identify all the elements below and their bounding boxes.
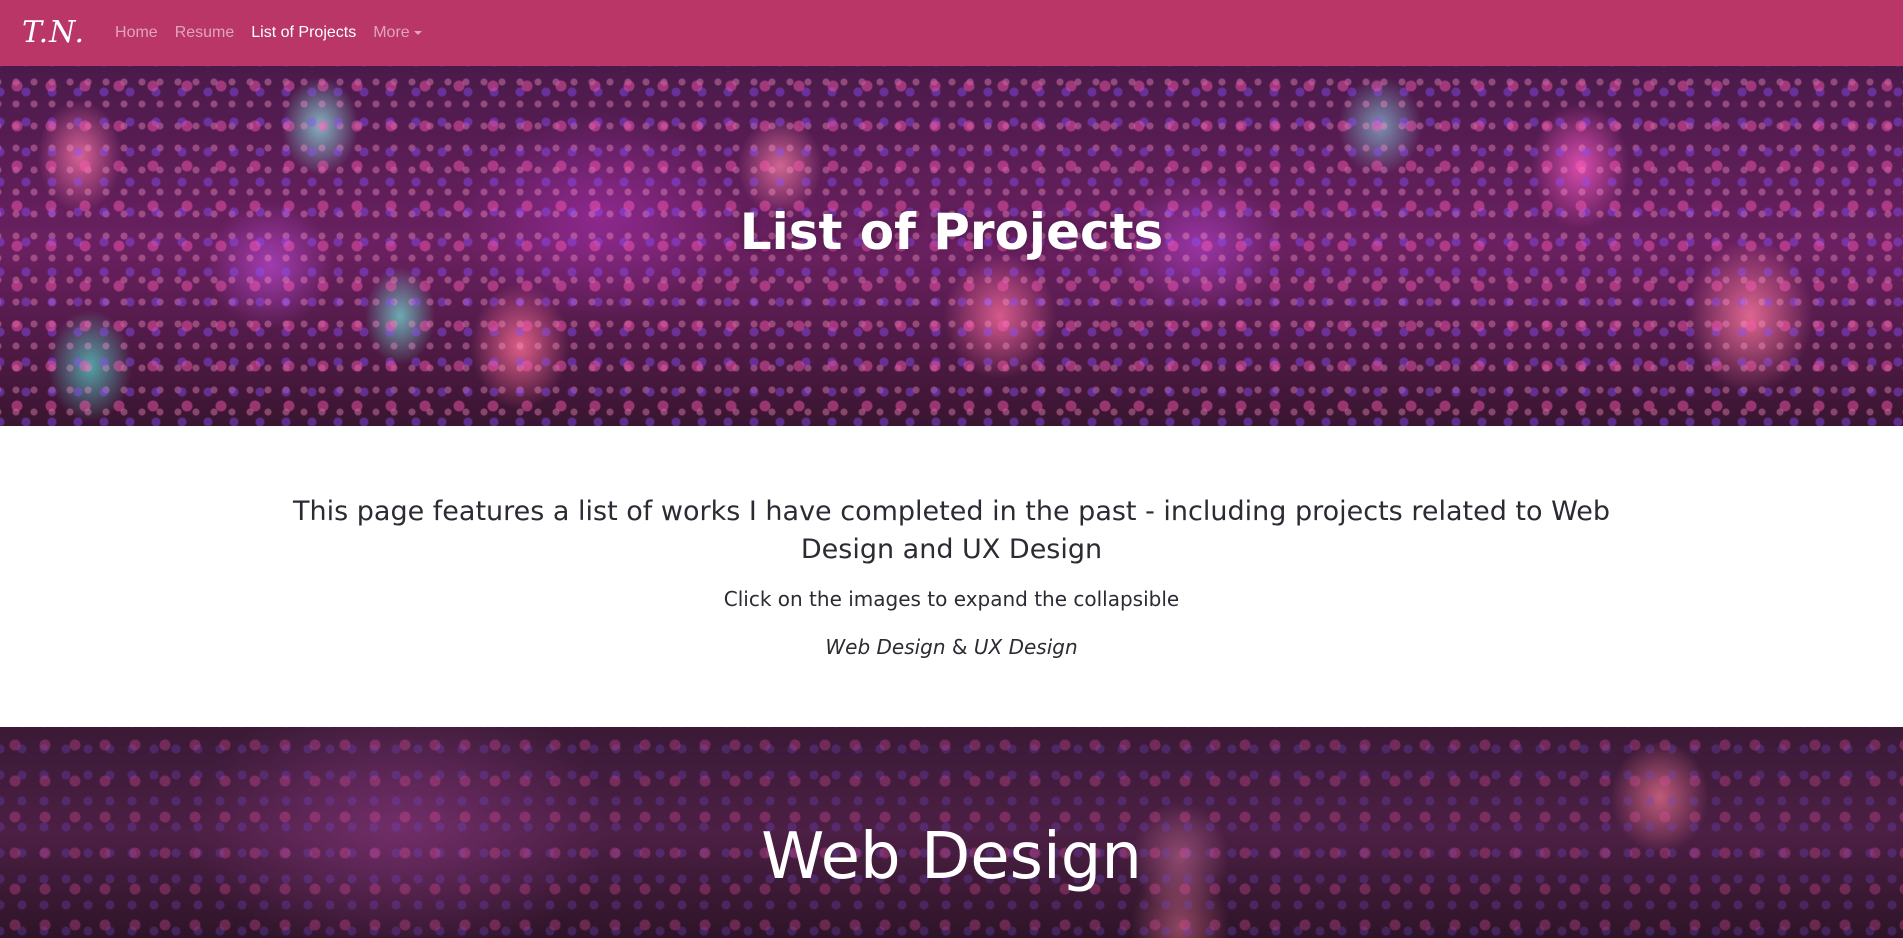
link-ux-design[interactable]: UX Design bbox=[974, 635, 1078, 659]
link-web-design[interactable]: Web Design bbox=[825, 635, 945, 659]
nav-dropdown-more-label: More bbox=[373, 24, 410, 41]
intro-lead-text: This page features a list of works I hav… bbox=[293, 496, 1610, 565]
intro-section: This page features a list of works I hav… bbox=[0, 426, 1903, 727]
page-title: List of Projects bbox=[739, 203, 1164, 261]
section-title-web-design: Web Design bbox=[761, 820, 1142, 894]
hero-banner: List of Projects bbox=[0, 66, 1903, 426]
nav-link-list-of-projects[interactable]: List of Projects bbox=[251, 24, 356, 42]
nav-link-resume[interactable]: Resume bbox=[175, 24, 235, 42]
navbar: T.N. Home Resume List of Projects More bbox=[0, 0, 1903, 66]
section-links: Web Design & UX Design bbox=[0, 635, 1903, 659]
nav-link-home[interactable]: Home bbox=[115, 24, 158, 42]
web-design-banner: Web Design bbox=[0, 727, 1903, 938]
nav-dropdown-more[interactable]: More bbox=[373, 24, 422, 42]
chevron-down-icon bbox=[413, 31, 422, 35]
brand-logo[interactable]: T.N. bbox=[22, 18, 85, 48]
ampersand: & bbox=[951, 635, 968, 659]
intro-instruction-text: Click on the images to expand the collap… bbox=[723, 587, 1180, 611]
